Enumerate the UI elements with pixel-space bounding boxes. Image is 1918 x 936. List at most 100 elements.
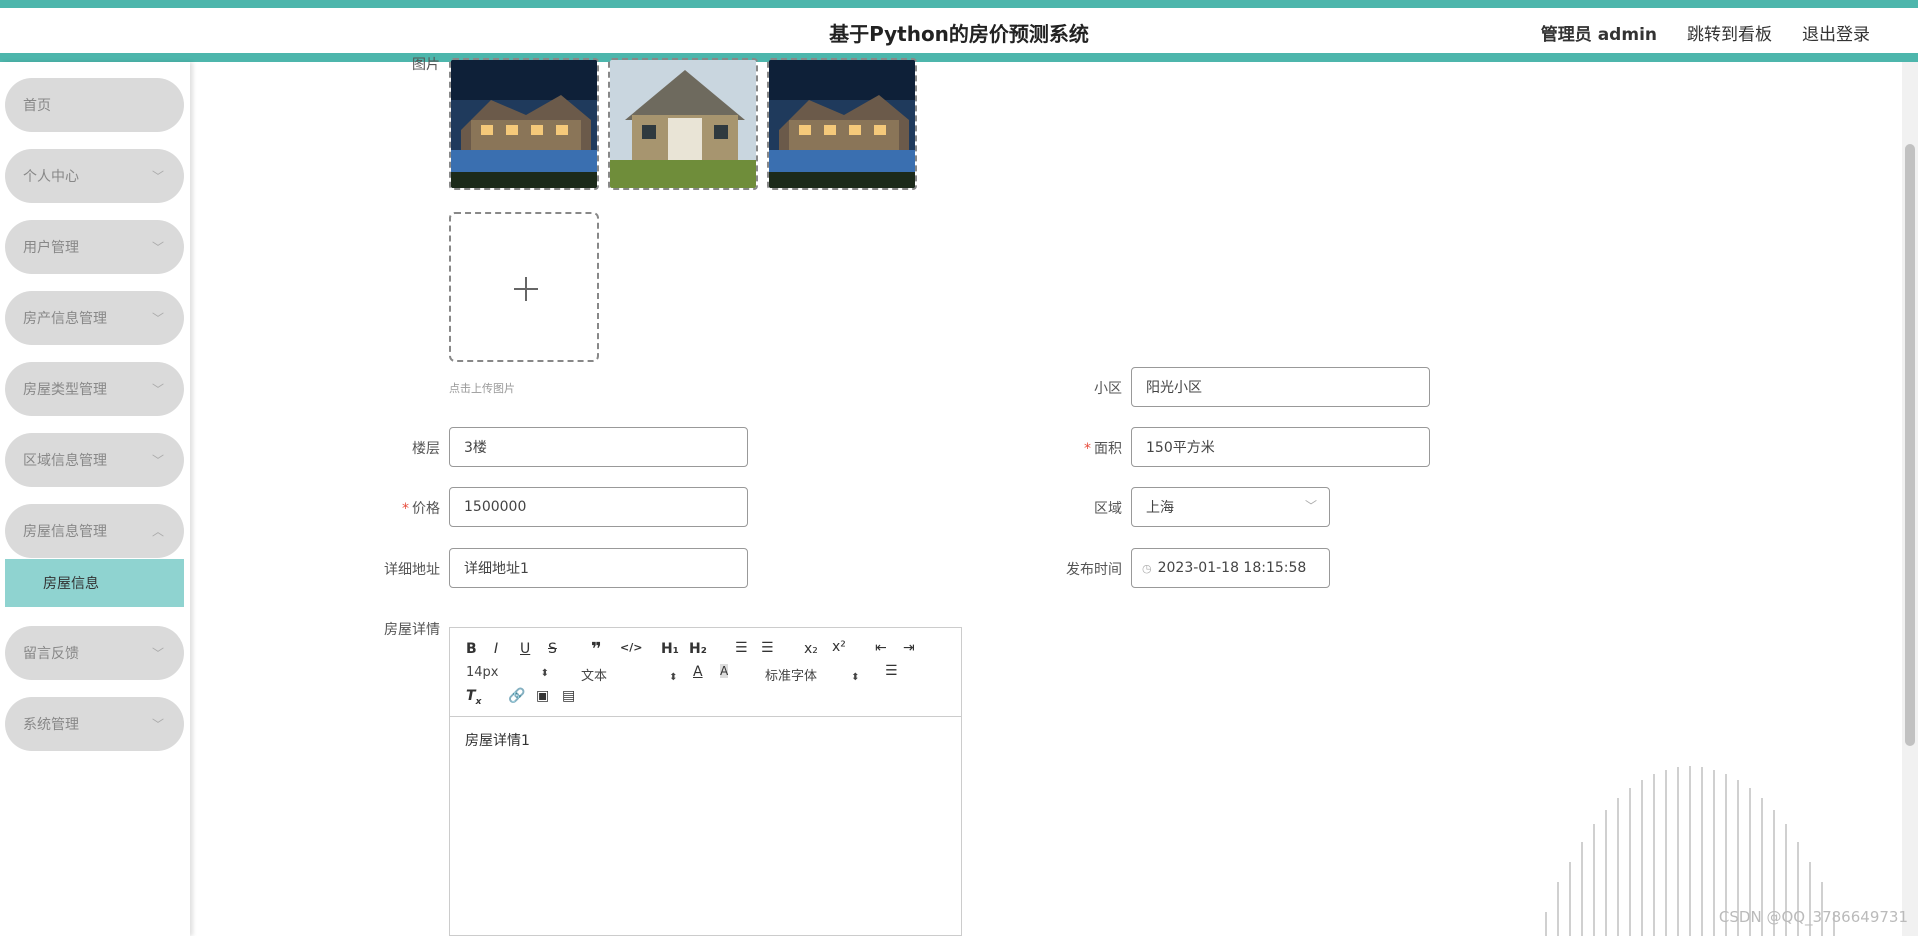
sidebar-item-profile[interactable]: 个人中心 ﹀ — [5, 149, 184, 203]
chevron-down-icon: ﹀ — [151, 646, 164, 661]
background-color-icon[interactable]: A — [720, 664, 729, 678]
block-type-select[interactable]: 文本 ⬍ — [581, 665, 678, 684]
subscript-icon[interactable]: x₂ — [804, 641, 818, 657]
sidebar: 首页 个人中心 ﹀ 用户管理 ﹀ 房产信息管理 ﹀ 房屋类型管理 ﹀ 区域信息管… — [0, 62, 190, 936]
uploaded-image-1[interactable] — [449, 58, 599, 190]
uploaded-image-3[interactable] — [767, 58, 917, 190]
code-icon[interactable]: </> — [620, 641, 642, 654]
strikethrough-icon[interactable]: S — [548, 641, 557, 657]
bullet-list-icon[interactable]: ☰ — [761, 640, 774, 656]
uploaded-image-2[interactable] — [608, 58, 758, 190]
heading2-icon[interactable]: H₂ — [689, 641, 707, 657]
community-label: 小区 — [1094, 381, 1122, 397]
sidebar-item-label: 房产信息管理 — [23, 311, 107, 327]
image-label: 图片 — [412, 57, 440, 73]
clock-icon: ◷ — [1142, 561, 1152, 575]
chevron-up-icon: ︿ — [151, 524, 164, 539]
chevron-down-icon: ﹀ — [151, 453, 164, 468]
sidebar-item-property-info[interactable]: 房产信息管理 ﹀ — [5, 291, 184, 345]
heading1-icon[interactable]: H₁ — [661, 641, 679, 657]
region-select[interactable]: 上海 ﹀ — [1131, 487, 1330, 527]
area-input[interactable]: 150平方米 — [1131, 427, 1430, 467]
clear-format-icon[interactable]: Tx — [466, 688, 481, 707]
sidebar-item-label: 留言反馈 — [23, 646, 79, 662]
address-input[interactable]: 详细地址1 — [449, 548, 748, 588]
price-input[interactable]: 1500000 — [449, 487, 748, 527]
select-arrows-icon: ⬍ — [669, 672, 678, 683]
header-accent-top — [0, 0, 1918, 8]
sidebar-item-label: 区域信息管理 — [23, 453, 107, 469]
dashboard-link[interactable]: 跳转到看板 — [1687, 20, 1772, 45]
sidebar-item-region[interactable]: 区域信息管理 ﹀ — [5, 433, 184, 487]
area-label: * 面积 — [1002, 438, 1122, 458]
sidebar-item-house-info[interactable]: 房屋信息管理 ︿ — [5, 504, 184, 558]
upload-hint: 点击上传图片 — [449, 382, 515, 395]
sidebar-item-system[interactable]: 系统管理 ﹀ — [5, 697, 184, 751]
image-upload-button[interactable] — [449, 212, 599, 362]
sidebar-item-label: 首页 — [23, 98, 51, 114]
font-size-select[interactable]: 14px ⬍ — [466, 665, 549, 680]
ordered-list-icon[interactable]: ☰ — [735, 640, 748, 656]
font-family-value: 标准字体 — [765, 669, 818, 684]
chevron-down-icon: ﹀ — [151, 382, 164, 397]
superscript-icon[interactable]: x² — [832, 639, 846, 655]
chevron-down-icon: ﹀ — [151, 240, 164, 255]
page-scrollbar[interactable] — [1902, 62, 1918, 936]
rich-text-editor[interactable]: B I U S ❞ </> H₁ H₂ ☰ ☰ x₂ x² ⇤ ⇥ 14px ⬍… — [449, 627, 962, 936]
publish-time-picker[interactable]: ◷ 2023-01-18 18:15:58 — [1131, 548, 1330, 588]
sidebar-item-house-type[interactable]: 房屋类型管理 ﹀ — [5, 362, 184, 416]
floor-label: 楼层 — [412, 441, 440, 457]
block-type-value: 文本 — [581, 669, 608, 684]
house-photo-1 — [451, 60, 597, 188]
font-family-select[interactable]: 标准字体 ⬍ — [765, 665, 860, 684]
outdent-icon[interactable]: ⇤ — [875, 640, 887, 656]
price-label-text: 价格 — [412, 501, 440, 517]
link-icon[interactable]: 🔗 — [508, 688, 525, 704]
bold-icon[interactable]: B — [466, 641, 477, 657]
required-marker: * — [402, 501, 409, 517]
required-marker: * — [1084, 441, 1091, 457]
font-size-value: 14px — [466, 665, 499, 680]
publish-time-label: 发布时间 — [1066, 562, 1122, 578]
sidebar-item-label: 个人中心 — [23, 169, 79, 185]
admin-user-label: 管理员 admin — [1540, 25, 1657, 45]
sidebar-item-home[interactable]: 首页 — [5, 78, 184, 132]
underline-icon[interactable]: U — [520, 641, 530, 657]
select-arrows-icon: ⬍ — [540, 668, 550, 679]
region-select-value: 上海 — [1146, 500, 1174, 516]
top-header: 基于Python的房价预测系统 管理员 admin 跳转到看板 退出登录 — [0, 0, 1918, 62]
region-label: 区域 — [1094, 501, 1122, 517]
publish-time-value: 2023-01-18 18:15:58 — [1157, 560, 1307, 576]
blockquote-icon[interactable]: ❞ — [591, 639, 602, 660]
scrollbar-thumb[interactable] — [1905, 144, 1915, 746]
plus-icon — [514, 277, 538, 301]
community-input[interactable]: 阳光小区 — [1131, 367, 1430, 407]
video-icon[interactable]: ▤ — [562, 688, 575, 704]
sidebar-item-label: 用户管理 — [23, 240, 79, 256]
font-color-icon[interactable]: A — [693, 664, 703, 680]
image-icon[interactable]: ▣ — [536, 688, 549, 704]
area-label-text: 面积 — [1094, 441, 1122, 457]
sidebar-subitem-house-info[interactable]: 房屋信息 — [5, 559, 184, 607]
indent-icon[interactable]: ⇥ — [903, 640, 915, 656]
watermark: CSDN @QQ_3786649731 — [1718, 908, 1908, 926]
sidebar-item-users[interactable]: 用户管理 ﹀ — [5, 220, 184, 274]
editor-toolbar: B I U S ❞ </> H₁ H₂ ☰ ☰ x₂ x² ⇤ ⇥ 14px ⬍… — [450, 628, 961, 717]
price-label: * 价格 — [320, 498, 440, 518]
chevron-down-icon: ﹀ — [151, 311, 164, 326]
header-accent-bottom — [0, 53, 1918, 62]
sidebar-item-label: 房屋信息管理 — [23, 524, 107, 540]
sidebar-item-feedback[interactable]: 留言反馈 ﹀ — [5, 626, 184, 680]
floor-input[interactable]: 3楼 — [449, 427, 748, 467]
sidebar-item-label: 房屋类型管理 — [23, 382, 107, 398]
italic-icon[interactable]: I — [494, 641, 498, 657]
header-nav: 管理员 admin 跳转到看板 退出登录 — [1541, 20, 1870, 45]
chevron-down-icon: ﹀ — [151, 169, 164, 184]
editor-content[interactable]: 房屋详情1 — [465, 730, 530, 750]
chevron-down-icon: ﹀ — [1304, 499, 1317, 513]
chevron-down-icon: ﹀ — [151, 717, 164, 732]
logout-link[interactable]: 退出登录 — [1802, 20, 1870, 45]
details-label: 房屋详情 — [384, 622, 440, 638]
select-arrows-icon: ⬍ — [851, 672, 860, 683]
align-icon[interactable]: ☰ — [885, 663, 898, 679]
